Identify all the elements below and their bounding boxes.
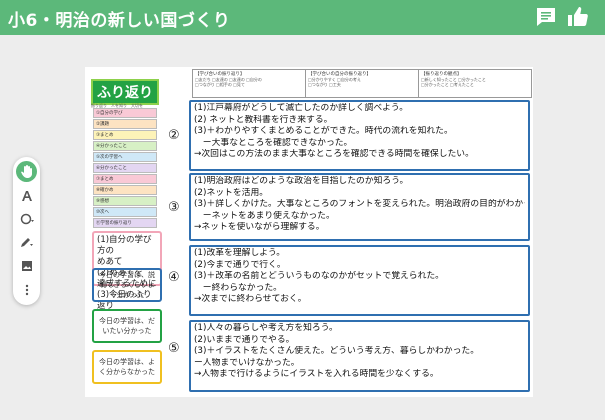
criteria-table: 【学び合いの振り返り】 □友だち □友達の □友達の □自分の □つながり □相… [192,69,532,98]
criteria-cell: 【学び合いの自分の振り返り】 □分かりやすく □自分の考え □つながり □工夫 [306,70,419,97]
answer-line: ー大事なところを確認できなかった。 [194,137,353,148]
step-item: ⑧確かめ [93,185,157,195]
answer-line: (1)明治政府はどのような政治を目指したのか知ろう。 [194,176,409,186]
criteria-line: □分かったこと □考えたこと [421,82,474,87]
eval-box-mostly: 今日の学習は、だいたい分かった [92,309,162,343]
eval-box-not-understood: 今日の学習は、よく分からなかった [92,350,162,384]
answer-number: ④ [168,270,180,285]
eval-text: 今日の学習は、よく分からなかった [99,358,155,376]
eval-text: 今日の学習は、だいたい分かった [99,317,155,335]
step-list: ①自分の学び ②課題 ③まとめ ④分かったこと ⑤次の学習へ ⑥分かったこと ⑦… [93,108,157,229]
answer-line: (3)＋わかりやすくまとめることができた。時代の流れを知れた。 [194,126,453,136]
eval-text: 今日の学習は、説明できるくらいよく分かった [99,271,155,299]
tool-palette [13,157,40,305]
worksheet-card[interactable]: ふり返り 振り返り 人を知り 大切を 【学び合いの振り返り】 □友だち □友達の… [85,67,533,397]
answer-line: (2)ネットを活用。 [194,187,269,198]
answer-line: (1)江戸幕府がどうして滅亡したのか詳しく調べよう。 [194,103,408,113]
top-bar: 小6・明治の新しい国づくり [0,0,605,35]
more-icon[interactable] [16,279,37,300]
answer-line: →次回はこの方法のまま大事なところを確認できる時間を確保したい。 [194,149,474,159]
criteria-line: □つながり □工夫 [308,82,341,87]
criteria-line: □つながり □相手の □見て [195,82,245,87]
image-icon[interactable] [16,255,37,276]
answer-line: ー終わらなかった。 [194,282,282,293]
answer-box-3[interactable]: (1)明治政府はどのような政治を目指したのか知ろう。 (2)ネットを活用。 (3… [189,173,530,241]
criteria-cell: 【振り返りの観点】 □新しく知ったこと □分かったこと □分かったこと □考えた… [419,70,531,97]
page-title: 小6・明治の新しい国づくり [8,11,231,31]
step-item: ④分かったこと [93,141,157,151]
answer-line: →次までに終わらせておく。 [194,294,307,304]
answer-line: ー人物までいけなかった。 [194,357,300,368]
answer-line: (3)＋詳しくかけた。大事なところのフォントを変えられた。明治政府の目的がわかっ… [194,199,525,209]
answer-line: (3)＋改革の名前とどういうものなのかがセットで覚えられた。 [194,271,444,281]
answer-line: (2)いままで通りでやる。 [194,334,295,345]
thumbs-up-icon[interactable] [566,5,590,29]
pen-icon[interactable] [16,231,37,252]
eval-box-understood: 今日の学習は、説明できるくらいよく分かった [92,268,162,302]
answer-line: (1)人々の暮らしや考え方を知ろう。 [194,323,338,333]
answer-number: ② [168,128,180,143]
answer-box-4[interactable]: (1)改革を理解しよう。 (2)今まで通りで行く。 (3)＋改革の名前とどういう… [189,245,530,316]
worksheet-logo: ふり返り [91,79,159,105]
step-item: ①自分の学び [93,108,157,118]
answer-line: →ネットを使いながら理解する。 [194,222,325,232]
step-item: ⑨感想 [93,196,157,206]
answer-line: →人物まで行けるようにイラストを入れる時間を少なくする。 [194,369,439,379]
hand-icon[interactable] [16,161,37,182]
answer-line: (3)＋イラストをたくさん使えた。どういう考え方、暮らしかわかった。 [194,346,479,356]
answer-line: ーネットをあまり使えなかった。 [194,210,335,221]
answer-line: (1)改革を理解しよう。 [194,248,286,258]
answer-line: (2) ネットと教科書を行き来する。 [194,114,333,125]
text-icon[interactable] [16,185,37,206]
step-item: ⑪学習の振り返り [93,218,157,228]
step-item: ⑤次の学習へ [93,152,157,162]
criteria-cell: 【学び合いの振り返り】 □友だち □友達の □友達の □自分の □つながり □相… [193,70,306,97]
answer-box-2[interactable]: (1)江戸幕府がどうして滅亡したのか詳しく調べよう。 (2) ネットと教科書を行… [189,100,530,171]
step-item: ⑦まとめ [93,174,157,184]
answer-line: (2)今まで通りで行く。 [194,259,286,270]
comment-icon[interactable] [534,5,558,29]
step-item: ③まとめ [93,130,157,140]
shape-icon[interactable] [16,208,37,229]
goal-line: (1)自分の学び方の [97,235,152,256]
answer-number: ③ [168,200,180,215]
goal-line: めあて [97,257,123,267]
step-item: ②課題 [93,119,157,129]
step-item: ⑥分かったこと [93,163,157,173]
answer-number: ⑤ [168,341,180,356]
step-item: ⑩次へ [93,207,157,217]
answer-box-5[interactable]: (1)人々の暮らしや考え方を知ろう。 (2)いままで通りでやる。 (3)＋イラス… [189,320,530,392]
